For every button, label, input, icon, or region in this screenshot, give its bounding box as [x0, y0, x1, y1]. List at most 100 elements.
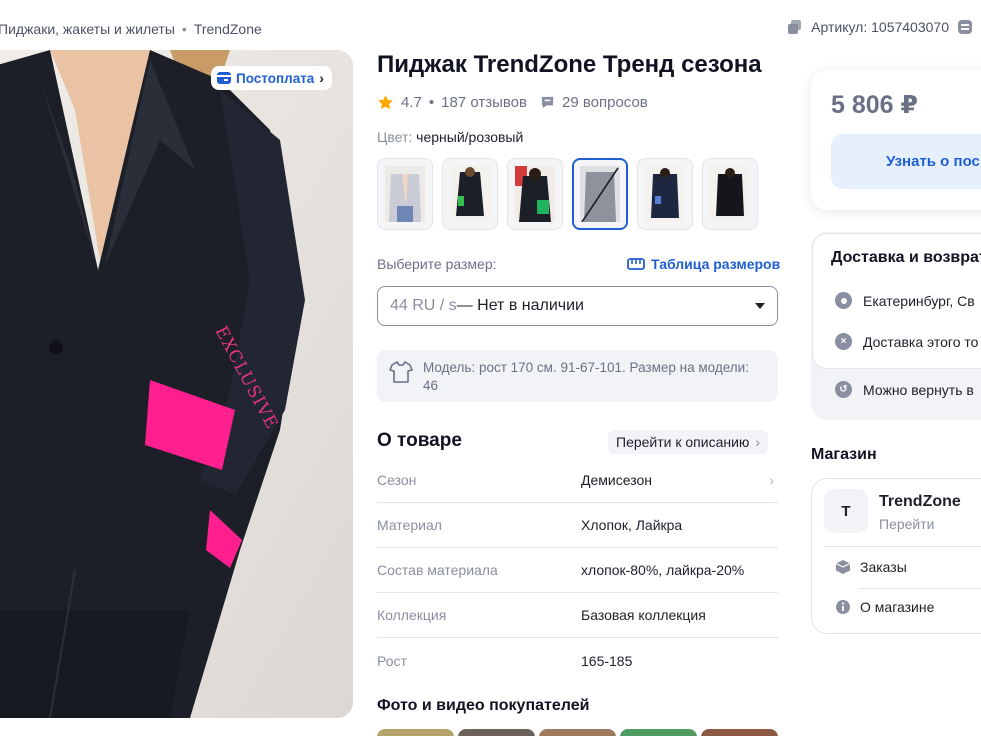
- variant-image: [580, 166, 620, 222]
- size-table-label: Таблица размеров: [651, 256, 781, 272]
- breadcrumb: Пиджаки, жакеты и жилеты • TrendZone: [0, 21, 262, 37]
- spec-value: хлопок-80%, лайкра-20%: [581, 562, 745, 578]
- go-to-description-label: Перейти к описанию: [616, 434, 750, 450]
- spec-row: Коллекция Базовая коллекция: [377, 593, 778, 638]
- store-section-title: Магазин: [811, 446, 877, 463]
- store-about-row[interactable]: О магазине: [835, 599, 934, 615]
- selected-size: 44 RU / s: [390, 297, 457, 314]
- color-variants: [377, 158, 758, 230]
- customer-photo[interactable]: [620, 729, 697, 736]
- delivery-restriction-row: × Доставка этого то: [835, 333, 978, 350]
- delivery-title: Доставка и возврат: [831, 249, 981, 266]
- variant-image: [710, 166, 750, 222]
- delivery-location: Екатеринбург, Св: [863, 292, 975, 309]
- customer-photo[interactable]: [701, 729, 778, 736]
- breadcrumb-brand-link[interactable]: TrendZone: [194, 21, 262, 37]
- shirt-icon: [389, 361, 413, 383]
- customer-media-strip: [377, 729, 778, 736]
- customer-media-title: Фото и видео покупателей: [377, 697, 590, 714]
- ruler-icon: [627, 258, 645, 270]
- rating-dot: •: [428, 94, 435, 111]
- location-pin-icon: [835, 292, 852, 309]
- reviews-link[interactable]: 187 отзывов: [441, 94, 527, 111]
- spec-value: Демисезон: [581, 472, 652, 488]
- delivery-restriction: Доставка этого то: [863, 333, 979, 350]
- about-title: О товаре: [377, 430, 462, 451]
- variant-image: [450, 166, 490, 222]
- spec-row[interactable]: Сезон Демисезон ›: [377, 458, 778, 503]
- variant-thumbnail-selected[interactable]: [572, 158, 628, 230]
- return-icon: ↺: [835, 381, 852, 398]
- availability-text: — Нет в наличии: [456, 297, 584, 314]
- color-row: Цвет: черный/розовый: [377, 129, 523, 145]
- customer-photo[interactable]: [458, 729, 535, 736]
- box-icon: [835, 560, 851, 574]
- postpay-badge[interactable]: Постоплата ›: [211, 66, 332, 90]
- spec-key: Сезон: [377, 472, 417, 488]
- customer-photo[interactable]: [377, 729, 454, 736]
- variant-thumbnail[interactable]: [702, 158, 758, 230]
- variant-thumbnail[interactable]: [377, 158, 433, 230]
- go-to-description-button[interactable]: Перейти к описанию ›: [608, 430, 769, 454]
- sku-label: Артикул: 1057403070: [811, 19, 949, 35]
- spec-value: Хлопок, Лайкра: [581, 517, 683, 533]
- caret-down-icon: [755, 303, 765, 309]
- spec-key: Коллекция: [377, 607, 447, 623]
- store-avatar[interactable]: T: [824, 489, 868, 533]
- color-label: Цвет:: [377, 129, 413, 145]
- size-select[interactable]: 44 RU / s — Нет в наличии: [377, 286, 778, 326]
- postpay-label: Постоплата: [236, 70, 315, 86]
- close-circle-icon: ×: [835, 333, 852, 350]
- info-icon: [836, 600, 850, 614]
- returns-row[interactable]: ↺ Можно вернуть в: [835, 381, 974, 398]
- variant-image: [645, 166, 685, 222]
- price: 5 806 ₽: [831, 91, 918, 119]
- divider: [824, 546, 981, 547]
- store-orders-label: Заказы: [860, 559, 907, 575]
- rating-row: 4.7 • 187 отзывов 29 вопросов: [377, 94, 648, 111]
- spec-row: Материал Хлопок, Лайкра: [377, 503, 778, 548]
- spec-row: Рост 165-185: [377, 638, 778, 683]
- spec-key: Материал: [377, 517, 442, 533]
- questions-link[interactable]: 29 вопросов: [562, 94, 648, 111]
- spec-value: 165-185: [581, 652, 633, 669]
- specs-table: Сезон Демисезон › Материал Хлопок, Лайкр…: [377, 458, 778, 683]
- product-title: Пиджак TrendZone Тренд сезона: [377, 51, 762, 78]
- divider: [858, 588, 981, 589]
- question-bubble-icon: [541, 96, 554, 109]
- returns-text: Можно вернуть в: [863, 381, 974, 398]
- star-icon: [378, 95, 393, 110]
- spec-key: Состав материала: [377, 562, 498, 578]
- spec-key: Рост: [377, 652, 407, 669]
- store-name[interactable]: TrendZone: [879, 493, 961, 511]
- notify-availability-button[interactable]: Узнать о пос: [831, 134, 981, 189]
- model-info-text: Модель: рост 170 см. 91-67-101. Размер н…: [423, 360, 749, 393]
- delivery-location-row[interactable]: Екатеринбург, Св: [835, 292, 975, 309]
- store-go-link[interactable]: Перейти: [879, 516, 934, 532]
- copy-icon[interactable]: [787, 19, 803, 35]
- spec-value: Базовая коллекция: [581, 607, 706, 623]
- chevron-right-icon: ›: [769, 472, 774, 488]
- rating-value: 4.7: [401, 94, 422, 111]
- customer-photo[interactable]: [539, 729, 616, 736]
- product-main-photo[interactable]: EXCLUSIVE: [0, 50, 353, 718]
- size-table-link[interactable]: Таблица размеров: [627, 256, 780, 272]
- jacket-illustration: EXCLUSIVE: [0, 50, 353, 718]
- store-orders-row[interactable]: Заказы: [835, 559, 907, 575]
- model-info-box: Модель: рост 170 см. 91-67-101. Размер н…: [377, 350, 778, 402]
- spec-row: Состав материала хлопок-80%, лайкра-20%: [377, 548, 778, 593]
- share-icon[interactable]: [957, 19, 973, 35]
- variant-image: [515, 166, 555, 222]
- variant-image: [385, 166, 425, 222]
- size-label: Выберите размер:: [377, 256, 497, 272]
- breadcrumb-separator: •: [181, 21, 187, 37]
- variant-thumbnail[interactable]: [637, 158, 693, 230]
- variant-thumbnail[interactable]: [507, 158, 563, 230]
- sku-block: Артикул: 1057403070: [787, 19, 973, 35]
- chevron-right-icon: ›: [755, 434, 761, 450]
- variant-thumbnail[interactable]: [442, 158, 498, 230]
- breadcrumb-category-link[interactable]: Пиджаки, жакеты и жилеты: [0, 21, 175, 37]
- chevron-right-icon: ›: [319, 70, 324, 86]
- store-about-label: О магазине: [860, 599, 935, 615]
- card-icon: [217, 72, 231, 84]
